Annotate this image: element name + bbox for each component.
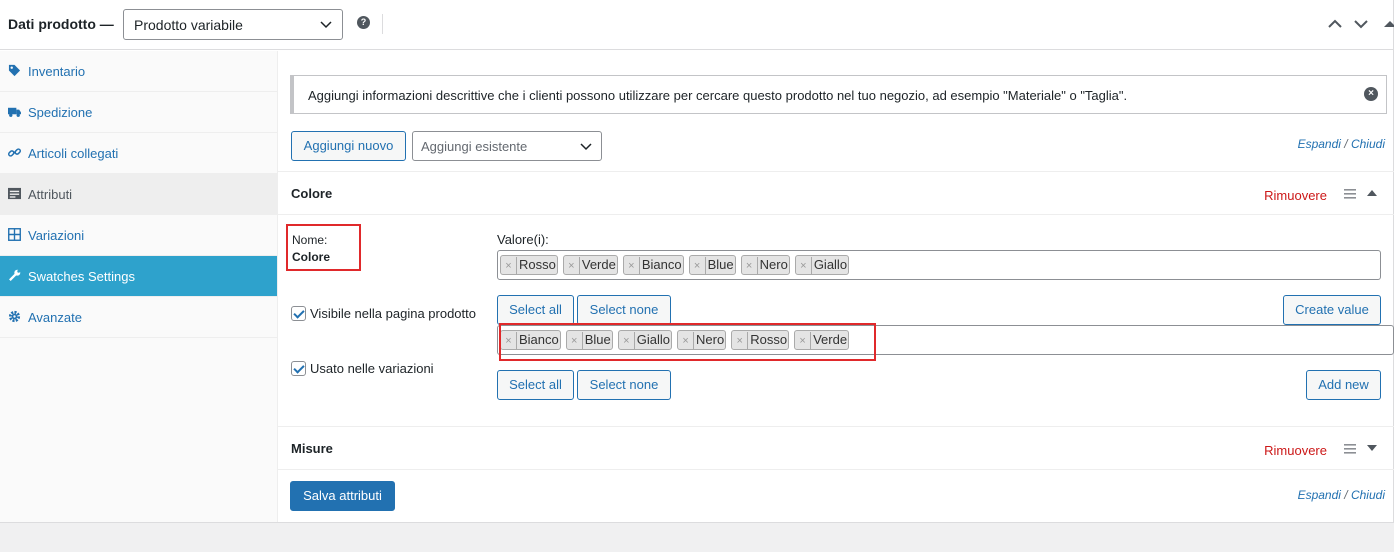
- value-tag[interactable]: × Rosso: [500, 255, 558, 275]
- link-separator: /: [1344, 488, 1348, 502]
- save-attributes-button[interactable]: Salva attributi: [290, 481, 395, 511]
- expand-arrow-icon[interactable]: [1367, 445, 1377, 451]
- tag-label: Bianco: [641, 257, 682, 272]
- expand-link[interactable]: Espandi: [1298, 137, 1341, 151]
- close-link[interactable]: Chiudi: [1351, 488, 1385, 502]
- remove-tag-icon[interactable]: ×: [742, 257, 758, 275]
- create-value-button[interactable]: Create value: [1283, 295, 1381, 325]
- tab-label: Variazioni: [28, 228, 85, 243]
- remove-tag-icon[interactable]: ×: [624, 257, 640, 275]
- product-data-panel: Dati prodotto — Prodotto variabile ? Inv…: [0, 0, 1394, 522]
- link-icon: [8, 148, 21, 157]
- drag-handle-icon[interactable]: [1344, 189, 1356, 199]
- tab-label: Spedizione: [28, 105, 93, 120]
- move-down-icon[interactable]: [1351, 14, 1371, 34]
- tab-label: Swatches Settings: [28, 269, 135, 284]
- value-tag[interactable]: × Blue: [688, 255, 736, 275]
- help-icon[interactable]: ?: [357, 16, 370, 29]
- tag-label: Giallo: [813, 257, 848, 272]
- expand-link[interactable]: Espandi: [1298, 488, 1341, 502]
- wrench-icon: [9, 269, 21, 281]
- tab-inventario[interactable]: Inventario: [0, 51, 277, 92]
- chevron-down-icon: [320, 21, 332, 29]
- tag-icon: [8, 64, 21, 77]
- tab-swatches-settings[interactable]: Swatches Settings: [0, 256, 277, 297]
- header-divider: [382, 14, 383, 34]
- attribute-name-box: Nome: Colore: [286, 224, 361, 271]
- remove-tag-icon[interactable]: ×: [564, 257, 580, 275]
- add-new-attribute-button[interactable]: Aggiungi nuovo: [291, 131, 406, 161]
- link-separator: /: [1344, 137, 1348, 151]
- tab-label: Attributi: [28, 187, 73, 202]
- tab-spedizione[interactable]: Spedizione: [0, 92, 277, 133]
- remove-tag-icon[interactable]: ×: [501, 257, 517, 275]
- tag-label: Blue: [707, 257, 734, 272]
- select-none-button[interactable]: Select none: [577, 295, 671, 325]
- select-all-button[interactable]: Select all: [497, 295, 574, 325]
- tab-label: Articoli collegati: [28, 146, 119, 161]
- select-none-button[interactable]: Select none: [577, 370, 671, 400]
- grid-icon: [8, 228, 21, 241]
- tab-variazioni[interactable]: Variazioni: [0, 215, 277, 256]
- remove-tag-icon[interactable]: ×: [796, 257, 812, 275]
- remove-attribute-link[interactable]: Rimuovere: [1264, 443, 1327, 458]
- page-bottom-strip: [0, 522, 1394, 552]
- notice-text: Aggiungi informazioni descrittive che i …: [308, 88, 1128, 103]
- add-existing-attribute-select[interactable]: Aggiungi esistente: [412, 131, 602, 161]
- expand-collapse-links: Espandi / Chiudi: [1298, 488, 1385, 502]
- tab-articoli-collegati[interactable]: Articoli collegati: [0, 133, 277, 174]
- add-existing-placeholder: Aggiungi esistente: [421, 139, 528, 154]
- name-label: Nome:: [292, 233, 328, 247]
- drag-handle-icon[interactable]: [1344, 444, 1356, 454]
- remove-attribute-link[interactable]: Rimuovere: [1264, 188, 1327, 203]
- panel-title: Dati prodotto —: [8, 16, 114, 32]
- attribute-header-misure[interactable]: Misure Rimuovere: [278, 426, 1394, 470]
- tab-avanzate[interactable]: Avanzate: [0, 297, 277, 338]
- value-tag[interactable]: × Nero: [740, 255, 790, 275]
- collapse-panel-icon[interactable]: [1380, 14, 1394, 34]
- visible-label: Visibile nella pagina prodotto: [310, 306, 476, 321]
- list-icon: [8, 187, 21, 200]
- attribute-name: Colore: [291, 186, 333, 201]
- values-label: Valore(i):: [497, 232, 549, 247]
- attribute-header-colore[interactable]: Colore Rimuovere: [278, 171, 1394, 215]
- tag-label: Rosso: [519, 257, 556, 272]
- variations-label: Usato nelle variazioni: [310, 361, 434, 376]
- tag-label: Verde: [581, 257, 616, 272]
- truck-icon: [8, 107, 21, 117]
- highlight-box: [499, 323, 876, 361]
- tag-label: Nero: [759, 257, 788, 272]
- close-link[interactable]: Chiudi: [1351, 137, 1385, 151]
- product-data-tabs: Inventario Spedizione Articoli collegati…: [0, 51, 278, 522]
- visible-on-product-page[interactable]: Visibile nella pagina prodotto: [291, 306, 476, 321]
- value-tag[interactable]: × Bianco: [622, 255, 684, 275]
- panel-header: Dati prodotto — Prodotto variabile ?: [0, 0, 1394, 50]
- tab-label: Avanzate: [28, 310, 82, 325]
- used-for-variations[interactable]: Usato nelle variazioni: [291, 361, 434, 376]
- chevron-down-icon: [580, 143, 592, 151]
- name-value: Colore: [292, 250, 331, 264]
- tab-attributi[interactable]: Attributi: [0, 174, 277, 215]
- variations-checkbox[interactable]: [291, 361, 306, 376]
- move-up-icon[interactable]: [1325, 14, 1345, 34]
- attribute-name: Misure: [291, 441, 333, 456]
- select-all-button[interactable]: Select all: [497, 370, 574, 400]
- gear-icon: [8, 310, 21, 323]
- product-type-select[interactable]: Prodotto variabile: [123, 9, 343, 40]
- add-new-value-button[interactable]: Add new: [1306, 370, 1381, 400]
- tab-label: Inventario: [28, 64, 86, 79]
- expand-collapse-links: Espandi / Chiudi: [1298, 137, 1385, 151]
- values-select-top[interactable]: × Rosso × Verde × Bianco × Blue × Nero × Giallo: [497, 250, 1381, 280]
- value-tag[interactable]: × Verde: [562, 255, 618, 275]
- info-notice: Aggiungi informazioni descrittive che i …: [290, 75, 1387, 114]
- value-tag[interactable]: × Giallo: [794, 255, 850, 275]
- product-type-value: Prodotto variabile: [134, 17, 243, 33]
- collapse-arrow-icon[interactable]: [1367, 190, 1377, 196]
- dismiss-notice-icon[interactable]: ×: [1364, 87, 1378, 101]
- remove-tag-icon[interactable]: ×: [690, 257, 706, 275]
- visible-checkbox[interactable]: [291, 306, 306, 321]
